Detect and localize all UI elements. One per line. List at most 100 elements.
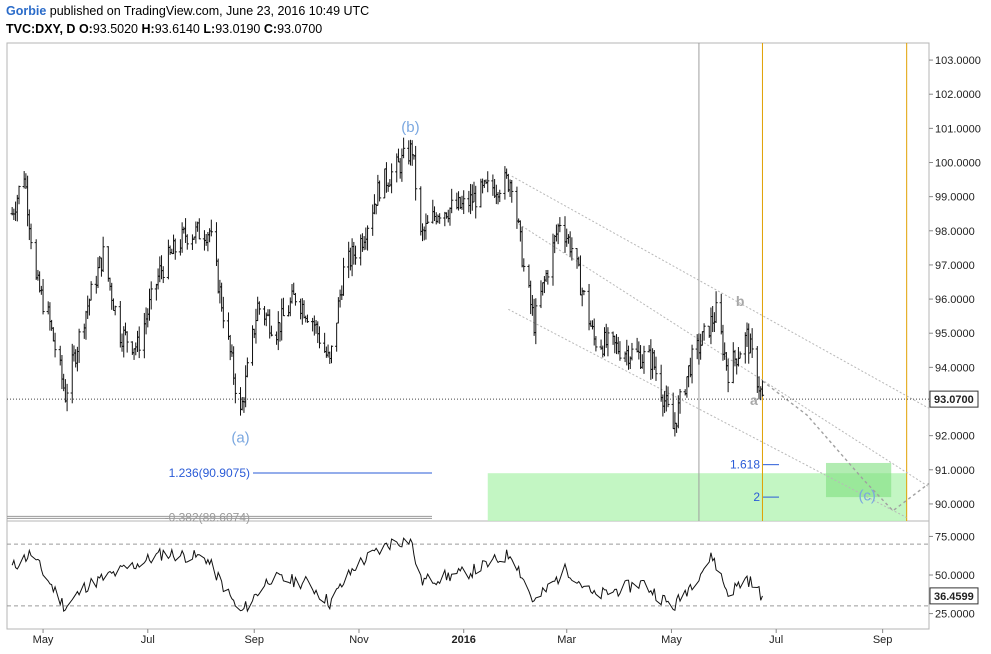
ohlc-bar	[166, 239, 170, 280]
rsi-line	[11, 537, 763, 613]
rsi-tick-label: 25.0000	[935, 609, 975, 621]
ohlc-bar	[659, 364, 663, 402]
ohlc-bar	[556, 223, 560, 245]
ohlc-bar	[149, 281, 153, 310]
ohlc-bar	[565, 228, 569, 247]
ohlc-bar	[554, 224, 559, 242]
ohlc-bar	[518, 220, 522, 242]
ohlc-bar	[479, 178, 483, 208]
ohlc-bar	[726, 358, 730, 393]
ohlc-bar	[156, 268, 160, 290]
ohlc-bar	[505, 168, 509, 179]
time-tick-label: May	[661, 634, 682, 646]
ohlc-bar	[350, 238, 354, 277]
ohlc-bar	[232, 346, 236, 385]
ohlc-bar	[638, 345, 643, 369]
ohlc-bar	[719, 293, 723, 335]
ohlc-bar	[735, 358, 739, 375]
time-tick-label: Sep	[244, 634, 264, 646]
ohlc-bar	[134, 342, 138, 356]
fib-extension-label: 2	[753, 490, 760, 504]
ohlc-bar	[508, 179, 512, 197]
ohlc-bar	[99, 257, 104, 277]
ohlc-bar	[170, 248, 174, 255]
ohlc-bar	[87, 298, 92, 316]
ohlc-bar	[637, 341, 641, 360]
ohlc-bar	[190, 234, 195, 250]
ohlc-bar	[623, 351, 627, 363]
ohlc-bar	[723, 342, 727, 360]
ohlc-bar	[551, 233, 555, 286]
ohlc-bar	[685, 376, 689, 398]
ohlc-bar	[395, 153, 399, 183]
ohlc-bar	[123, 322, 128, 336]
ohlc-bar	[626, 345, 631, 370]
rsi-tick-label: 50.0000	[935, 570, 975, 582]
ohlc-bar	[709, 307, 713, 345]
rsi-tick-label: 75.0000	[935, 531, 975, 543]
ohlc-bar	[347, 241, 351, 279]
ohlc-bar	[62, 373, 66, 392]
fib-level-label: -0.382(89.6074)	[165, 510, 250, 524]
ohlc-bar	[244, 365, 248, 408]
ohlc-bar	[274, 331, 279, 345]
ohlc-bar	[38, 271, 42, 293]
ohlc-bar	[48, 302, 52, 331]
ohlc-bar	[613, 335, 617, 354]
ohlc-bar	[228, 334, 232, 361]
ohlc-bar	[748, 333, 753, 354]
ohlc-bar	[625, 339, 629, 366]
wave-label: (c)	[858, 488, 876, 505]
ohlc-bar	[678, 388, 682, 414]
ohlc-bar	[125, 331, 129, 353]
ohlc-bar	[649, 339, 653, 380]
price-tick-label: 95.0000	[935, 328, 975, 340]
ohlc-bar	[486, 171, 490, 193]
ohlc-bar	[618, 341, 622, 361]
ohlc-bar	[113, 305, 117, 316]
ohlc-bar	[209, 219, 213, 237]
ohlc-bar	[566, 234, 571, 244]
ohlc-bar	[147, 288, 152, 321]
ohlc-bar	[353, 245, 358, 265]
price-tick-label: 92.0000	[935, 431, 975, 443]
price-tick-label: 101.0000	[935, 123, 981, 135]
price-tick-label: 90.0000	[935, 499, 975, 511]
ohlc-bar	[96, 257, 100, 289]
ohlc-bar	[316, 321, 320, 344]
ohlc-bar	[592, 318, 596, 346]
ohlc-bar	[317, 326, 322, 349]
ohlc-bar	[386, 182, 390, 192]
ohlc-bar	[410, 140, 414, 166]
ohlc-bar	[426, 215, 430, 224]
ohlc-bar	[724, 352, 729, 371]
ohlc-bar	[94, 275, 98, 294]
price-tick-label: 98.0000	[935, 226, 975, 238]
ohlc-bar	[75, 346, 79, 372]
ohlc-bar	[53, 332, 57, 358]
ohlc-bar	[362, 236, 366, 251]
ohlc-bar	[396, 148, 401, 163]
ohlc-bar	[108, 277, 112, 291]
ohlc-bar	[286, 305, 291, 317]
price-tick-label: 91.0000	[935, 465, 975, 477]
ohlc-bar	[74, 349, 78, 368]
ohlc-bar	[86, 295, 90, 319]
ohlc-bar	[221, 296, 225, 329]
ohlc-bar	[614, 334, 619, 355]
ohlc-bar	[84, 310, 88, 340]
ohlc-bar	[154, 283, 158, 301]
ohlc-bar	[474, 185, 478, 219]
wave-label: (b)	[401, 119, 419, 136]
ohlc-bar	[699, 333, 703, 360]
ohlc-bar	[106, 246, 110, 282]
ohlc-bar	[402, 137, 406, 159]
ohlc-bar	[666, 386, 670, 408]
ohlc-bar	[305, 314, 310, 323]
ohlc-bar	[161, 266, 165, 284]
ohlc-bar	[611, 331, 615, 345]
chart-canvas[interactable]: 1.236(90.9075) -0.382(89.6074) 1.618 2 (b) (a…	[0, 0, 991, 654]
ohlc-bar	[50, 319, 54, 331]
ohlc-bar	[89, 281, 93, 301]
ohlc-bar	[664, 385, 668, 412]
